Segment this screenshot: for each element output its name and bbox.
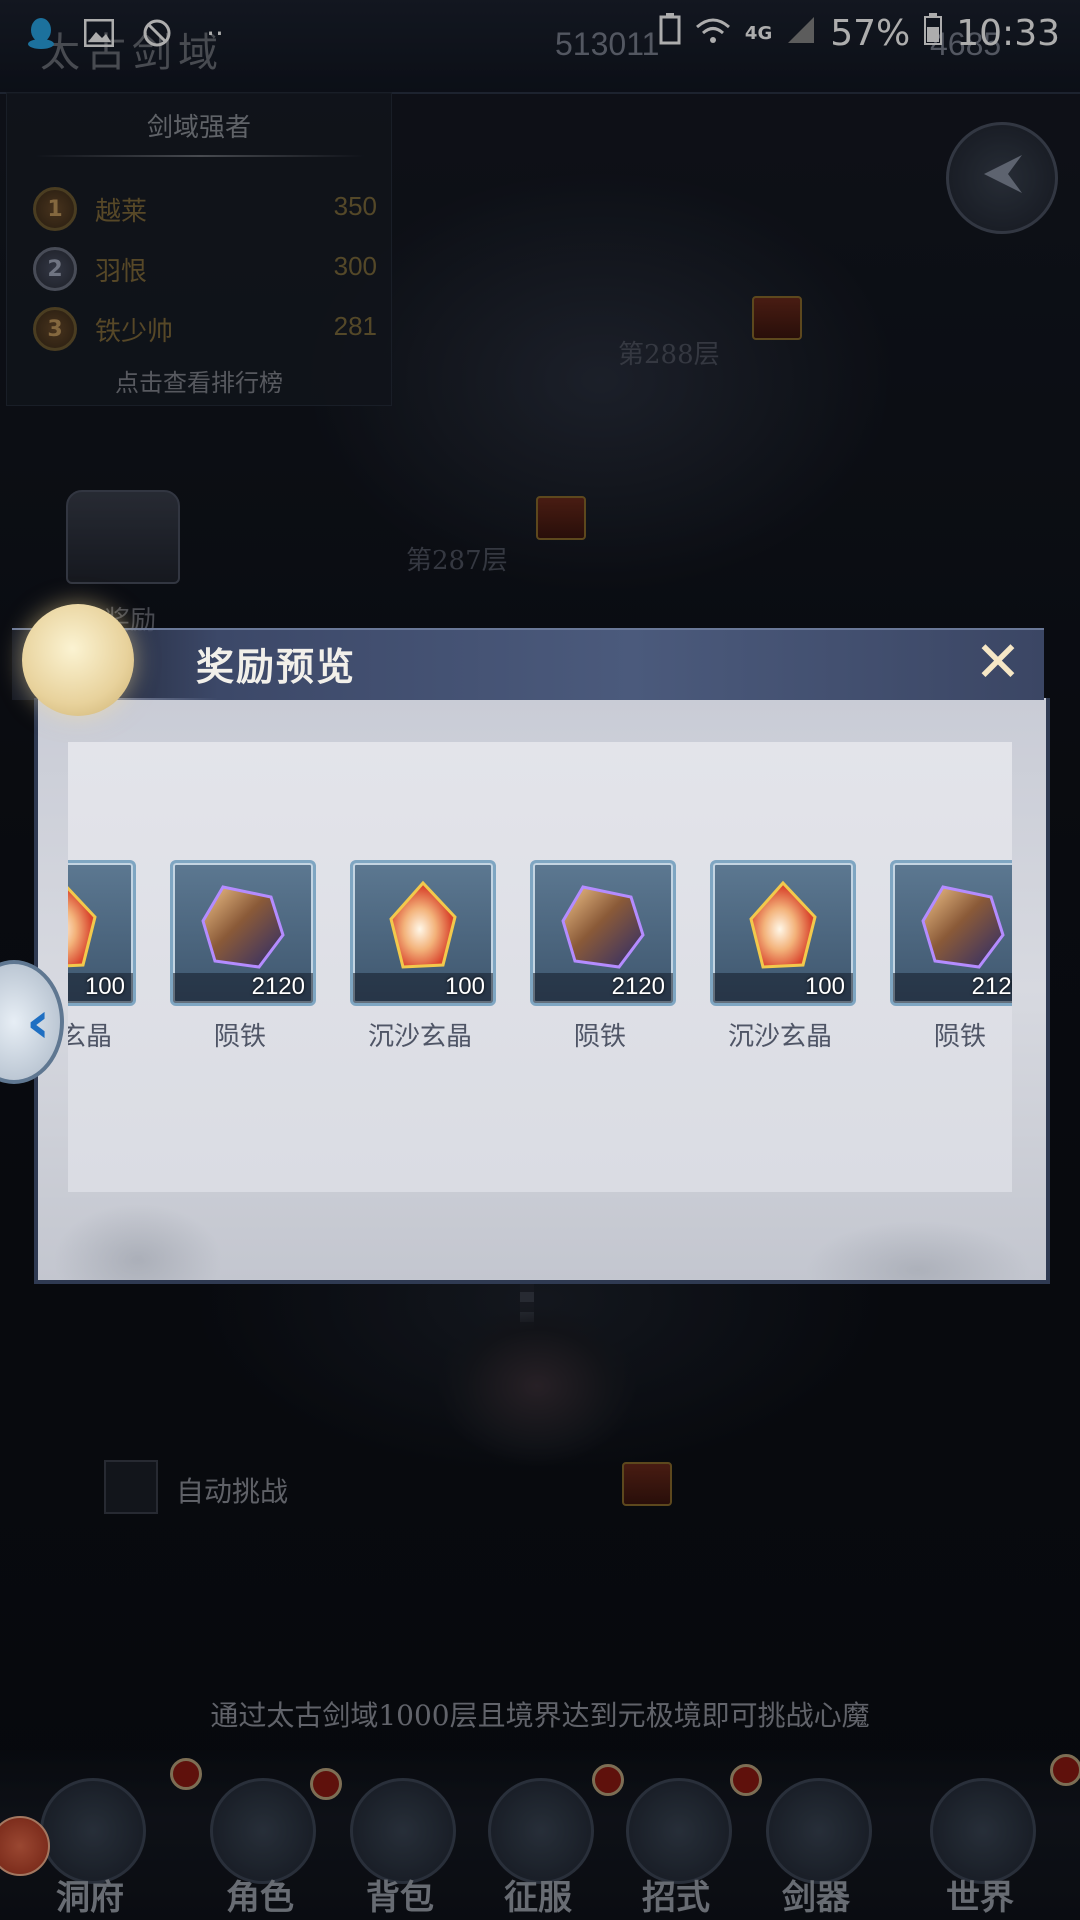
- item-name: 陨铁: [213, 1022, 266, 1052]
- reward-item[interactable]: 2120 陨铁: [170, 860, 316, 1053]
- reward-item[interactable]: 100 沉沙玄晶: [68, 860, 136, 1053]
- chevron-left-icon: ‹: [26, 988, 50, 1056]
- reward-item[interactable]: 100 沉沙玄晶: [710, 860, 856, 1053]
- crystal-icon: [389, 880, 457, 969]
- item-slot: 100: [350, 860, 496, 1006]
- dialog-title: 奖励预览: [196, 644, 357, 689]
- item-name: 陨铁: [933, 1022, 986, 1052]
- item-slot: 2120: [890, 860, 1012, 1006]
- reward-items-row: 100 沉沙玄晶 2120 陨铁 100 沉沙玄晶 2120: [68, 860, 1012, 1053]
- item-count: 2120: [251, 973, 305, 1000]
- item-count: 2120: [971, 973, 1012, 1000]
- close-button[interactable]: ✕: [972, 630, 1024, 695]
- item-slot: 100: [68, 860, 136, 1006]
- item-count: 100: [84, 973, 125, 1000]
- item-name: 陨铁: [573, 1022, 626, 1052]
- item-slot: 2120: [530, 860, 676, 1006]
- meteorite-ore-icon: [201, 885, 285, 969]
- reward-item[interactable]: 2120 陨铁: [890, 860, 1012, 1053]
- meteorite-ore-icon: [921, 885, 1005, 969]
- item-slot: 2120: [170, 860, 316, 1006]
- item-count: 100: [444, 973, 485, 1000]
- reward-item[interactable]: 100 沉沙玄晶: [350, 860, 496, 1053]
- item-count: 2120: [611, 973, 665, 1000]
- close-icon: ✕: [974, 629, 1022, 695]
- reward-list-panel[interactable]: 100 沉沙玄晶 2120 陨铁 100 沉沙玄晶 2120: [68, 742, 1012, 1192]
- item-name: 沉沙玄晶: [367, 1022, 472, 1052]
- item-slot: 100: [710, 860, 856, 1006]
- crystal-icon: [68, 886, 97, 968]
- meteorite-ore-icon: [561, 885, 645, 969]
- item-count: 100: [804, 973, 845, 1000]
- reward-item[interactable]: 2120 陨铁: [530, 860, 676, 1053]
- moon-ornament-icon: [22, 604, 134, 716]
- crystal-icon: [749, 880, 817, 969]
- item-name: 沉沙玄晶: [68, 1022, 112, 1052]
- item-name: 沉沙玄晶: [727, 1022, 832, 1052]
- dialog-header: [12, 628, 1044, 700]
